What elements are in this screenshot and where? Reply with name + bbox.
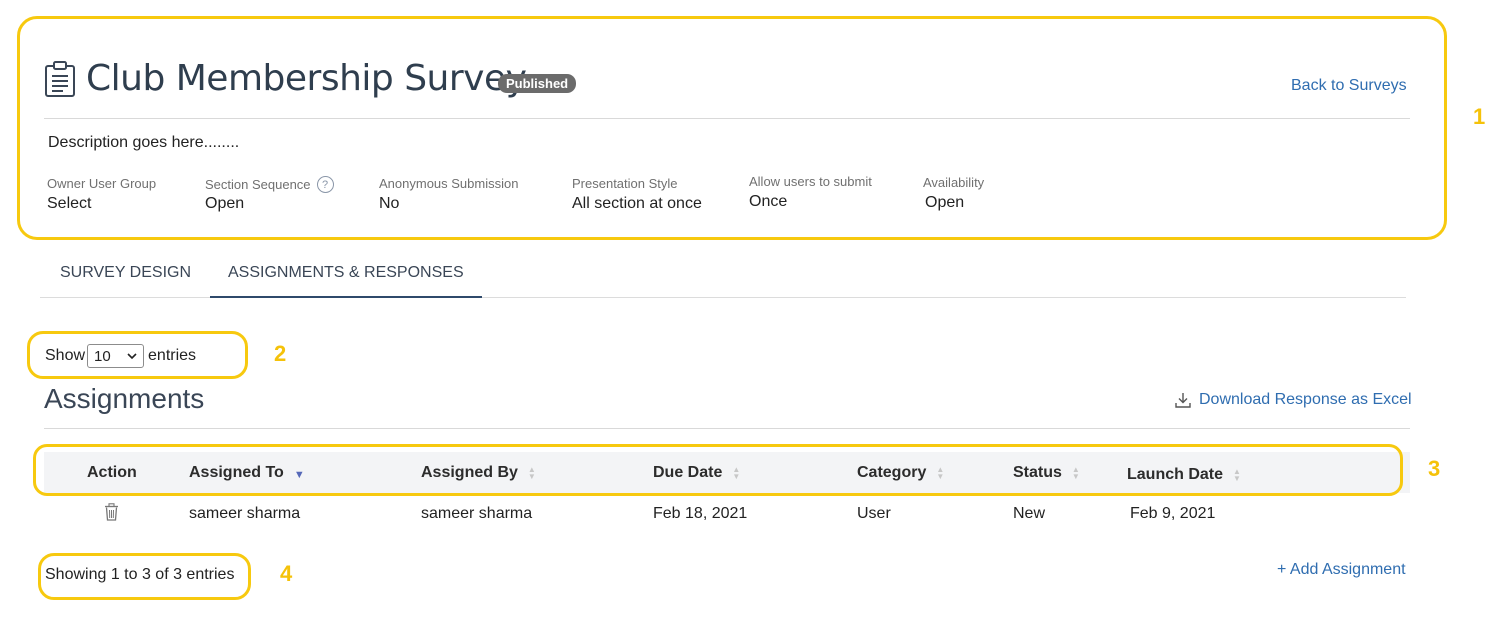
header-divider xyxy=(44,118,1410,119)
chevron-down-icon xyxy=(127,352,137,359)
sort-icon: ▲ ▼ xyxy=(1071,465,1080,481)
meta-section-sequence: Section Sequence ? Open xyxy=(205,176,334,213)
clipboard-icon xyxy=(45,61,75,97)
meta-label: Availability xyxy=(923,175,985,190)
meta-owner-user-group: Owner User Group Select xyxy=(47,176,156,213)
entries-select-value: 10 xyxy=(94,347,111,365)
show-label: Show xyxy=(45,347,86,364)
column-header-due-date[interactable]: Due Date ▲ ▼ xyxy=(653,464,740,482)
tab-assignments-responses[interactable]: ASSIGNMENTS & RESPONSES xyxy=(210,255,482,298)
meta-label: Owner User Group xyxy=(47,176,157,191)
show-entries: Show 10 entries xyxy=(45,344,196,368)
survey-description: Description goes here........ xyxy=(48,134,240,151)
sort-icon: ▲ ▼ xyxy=(732,465,741,481)
cell-assigned-to: sameer sharma xyxy=(189,505,301,522)
table-header: Action Assigned To ▼ Assigned By ▲ ▼ Due … xyxy=(44,452,1410,493)
status-badge: Published xyxy=(498,74,577,93)
entries-select[interactable]: 10 xyxy=(87,344,145,368)
column-header-assigned-to[interactable]: Assigned To ▼ xyxy=(189,464,305,482)
sort-icon: ▲ ▼ xyxy=(527,465,536,481)
trash-icon[interactable] xyxy=(104,503,119,521)
download-response-button[interactable]: Download Response as Excel xyxy=(1174,391,1412,409)
column-label: Action xyxy=(87,464,137,481)
download-label: Download Response as Excel xyxy=(1199,391,1412,408)
assignments-title: Assignments xyxy=(44,383,205,414)
annotation-number: 3 xyxy=(1428,456,1441,481)
cell-due-date: Feb 18, 2021 xyxy=(653,505,748,522)
column-header-status[interactable]: Status ▲ ▼ xyxy=(1013,464,1080,482)
column-header-assigned-by[interactable]: Assigned By ▲ ▼ xyxy=(421,464,536,482)
annotation-number: 2 xyxy=(274,341,287,366)
meta-value: Open xyxy=(205,195,245,212)
entries-label: entries xyxy=(148,347,197,364)
meta-value: Once xyxy=(749,193,788,210)
tab-survey-design[interactable]: SURVEY DESIGN xyxy=(60,255,191,298)
meta-label: Allow users to submit xyxy=(749,174,872,189)
meta-label-row: Section Sequence ? xyxy=(205,176,334,193)
meta-label: Presentation Style xyxy=(572,176,678,191)
column-header-launch-date[interactable]: Launch Date ▲ ▼ xyxy=(1127,466,1241,484)
help-icon[interactable]: ? xyxy=(316,176,334,193)
column-header-action: Action xyxy=(87,464,137,482)
column-label: Due Date xyxy=(653,464,723,481)
meta-value[interactable]: Select xyxy=(47,195,156,213)
meta-availability: Availability Open xyxy=(923,175,984,212)
column-label: Assigned To xyxy=(189,464,284,481)
cell-assigned-by: sameer sharma xyxy=(421,505,533,522)
back-to-surveys-link[interactable]: Back to Surveys xyxy=(1291,77,1407,95)
column-label: Category xyxy=(857,464,927,481)
column-label: Status xyxy=(1013,464,1062,481)
meta-presentation-style: Presentation Style All section at once xyxy=(572,176,702,213)
download-icon xyxy=(1175,393,1191,408)
cell-status: New xyxy=(1013,505,1046,522)
annotation-number: 1 xyxy=(1473,104,1486,129)
sort-icon: ▲ ▼ xyxy=(936,465,945,481)
meta-value: No xyxy=(379,195,400,212)
meta-anonymous-submission: Anonymous Submission No xyxy=(379,176,518,213)
add-assignment-button[interactable]: + Add Assignment xyxy=(1277,561,1406,579)
meta-allow-users-to-submit: Allow users to submit Once xyxy=(749,174,872,211)
pagination-info: Showing 1 to 3 of 3 entries xyxy=(45,566,235,583)
annotation-number: 4 xyxy=(280,561,293,586)
column-label: Launch Date xyxy=(1127,466,1224,483)
meta-value: Open xyxy=(925,194,965,211)
column-header-category[interactable]: Category ▲ ▼ xyxy=(857,464,944,482)
meta-value: All section at once xyxy=(572,195,702,212)
meta-label: Anonymous Submission xyxy=(379,176,519,191)
section-divider xyxy=(44,428,1410,429)
sort-desc-icon: ▼ xyxy=(293,469,305,481)
tab-bar: SURVEY DESIGN ASSIGNMENTS & RESPONSES xyxy=(40,255,1406,298)
meta-label: Section Sequence xyxy=(205,177,311,192)
sort-icon: ▲ ▼ xyxy=(1233,467,1241,483)
column-label: Assigned By xyxy=(421,464,518,481)
cell-category: User xyxy=(857,505,891,522)
cell-launch-date: Feb 9, 2021 xyxy=(1130,505,1216,522)
page-title: Club Membership Survey xyxy=(86,58,527,99)
